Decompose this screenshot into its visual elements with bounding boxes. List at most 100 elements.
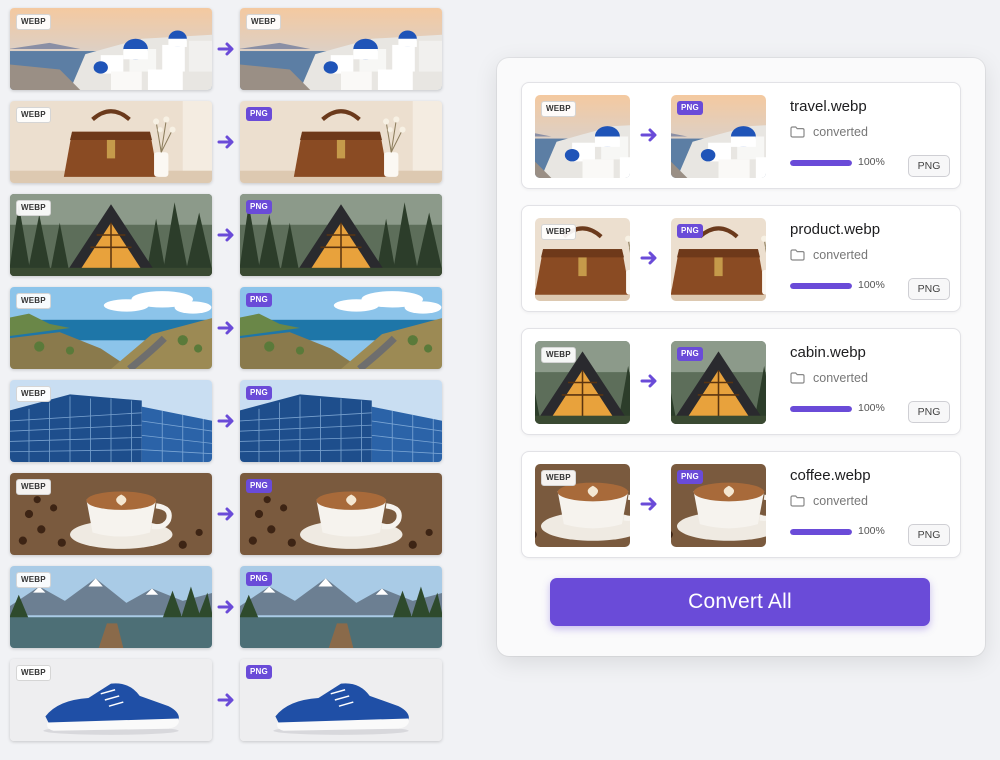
preview-row: WEBP PNG bbox=[10, 287, 442, 369]
converted-image-tile[interactable]: WEBP bbox=[240, 8, 442, 90]
file-card[interactable]: WEBP PNG cabin.webp converted 100% PNG bbox=[521, 328, 961, 435]
progress-percent: 100% bbox=[858, 525, 885, 537]
preview-row: WEBP PNG bbox=[10, 473, 442, 555]
preview-row: WEBP PNG bbox=[10, 101, 442, 183]
file-card[interactable]: WEBP PNG coffee.webp converted 100% PNG bbox=[521, 451, 961, 558]
source-thumbnail: WEBP bbox=[535, 95, 630, 178]
arrow-right-icon bbox=[217, 42, 234, 56]
output-format-button[interactable]: PNG bbox=[908, 401, 950, 423]
format-badge: WEBP bbox=[541, 101, 576, 117]
folder-icon bbox=[790, 249, 805, 261]
source-image-tile[interactable]: WEBP bbox=[10, 473, 212, 555]
preview-row: WEBP PNG bbox=[10, 380, 442, 462]
converted-image-tile[interactable]: PNG bbox=[240, 101, 442, 183]
source-image-tile[interactable]: WEBP bbox=[10, 8, 212, 90]
status-label: converted bbox=[790, 248, 868, 262]
format-badge: WEBP bbox=[16, 107, 51, 123]
format-badge: PNG bbox=[246, 479, 272, 493]
arrow-right-icon bbox=[217, 414, 234, 428]
progress-percent: 100% bbox=[858, 156, 885, 168]
converter-panel: WEBP PNG travel.webp converted 100% PNG … bbox=[497, 58, 985, 656]
file-name: coffee.webp bbox=[790, 467, 871, 484]
preview-row: WEBP PNG bbox=[10, 194, 442, 276]
source-image-tile[interactable]: WEBP bbox=[10, 659, 212, 741]
converted-image-tile[interactable]: PNG bbox=[240, 287, 442, 369]
progress-fill bbox=[790, 160, 852, 166]
source-image-tile[interactable]: WEBP bbox=[10, 101, 212, 183]
format-badge: WEBP bbox=[541, 347, 576, 363]
status-text: converted bbox=[813, 125, 868, 139]
progress-bar bbox=[790, 160, 852, 166]
arrow-right-icon bbox=[217, 228, 234, 242]
progress-fill bbox=[790, 283, 852, 289]
arrow-right-icon bbox=[640, 374, 657, 388]
format-badge: WEBP bbox=[16, 200, 51, 216]
converted-thumbnail: PNG bbox=[671, 218, 766, 301]
progress-percent: 100% bbox=[858, 402, 885, 414]
output-format-button[interactable]: PNG bbox=[908, 155, 950, 177]
converted-image-tile[interactable]: PNG bbox=[240, 380, 442, 462]
format-badge: PNG bbox=[246, 107, 272, 121]
format-badge: WEBP bbox=[16, 479, 51, 495]
file-card[interactable]: WEBP PNG travel.webp converted 100% PNG bbox=[521, 82, 961, 189]
format-badge: WEBP bbox=[16, 572, 51, 588]
progress-bar bbox=[790, 283, 852, 289]
source-image-tile[interactable]: WEBP bbox=[10, 287, 212, 369]
convert-all-button[interactable]: Convert All bbox=[550, 578, 930, 626]
arrow-right-icon bbox=[640, 497, 657, 511]
preview-row: WEBP PNG bbox=[10, 566, 442, 648]
format-badge: WEBP bbox=[16, 386, 51, 402]
output-format-button[interactable]: PNG bbox=[908, 278, 950, 300]
status-text: converted bbox=[813, 371, 868, 385]
status-label: converted bbox=[790, 494, 868, 508]
arrow-right-icon bbox=[217, 600, 234, 614]
converted-thumbnail: PNG bbox=[671, 464, 766, 547]
progress-bar bbox=[790, 529, 852, 535]
folder-icon bbox=[790, 495, 805, 507]
converted-thumbnail: PNG bbox=[671, 341, 766, 424]
format-badge: WEBP bbox=[16, 293, 51, 309]
arrow-right-icon bbox=[640, 251, 657, 265]
converted-image-tile[interactable]: PNG bbox=[240, 194, 442, 276]
format-badge: PNG bbox=[246, 386, 272, 400]
progress-fill bbox=[790, 529, 852, 535]
converted-image-tile[interactable]: PNG bbox=[240, 566, 442, 648]
source-image-tile[interactable]: WEBP bbox=[10, 380, 212, 462]
preview-row: WEBP WEBP bbox=[10, 8, 442, 90]
arrow-right-icon bbox=[217, 321, 234, 335]
source-thumbnail: WEBP bbox=[535, 218, 630, 301]
file-name: product.webp bbox=[790, 221, 881, 238]
folder-icon bbox=[790, 372, 805, 384]
format-badge: PNG bbox=[677, 101, 703, 115]
format-badge: PNG bbox=[677, 224, 703, 238]
source-thumbnail: WEBP bbox=[535, 341, 630, 424]
format-badge: PNG bbox=[677, 470, 703, 484]
progress-fill bbox=[790, 406, 852, 412]
arrow-right-icon bbox=[217, 507, 234, 521]
format-badge: PNG bbox=[677, 347, 703, 361]
status-label: converted bbox=[790, 371, 868, 385]
conversion-preview-grid: WEBP WEBP WEBP PNG WEBP PNG WEBP PNG WEB… bbox=[10, 8, 442, 752]
arrow-right-icon bbox=[217, 693, 234, 707]
progress-bar bbox=[790, 406, 852, 412]
converted-image-tile[interactable]: PNG bbox=[240, 473, 442, 555]
arrow-right-icon bbox=[217, 135, 234, 149]
format-badge: PNG bbox=[246, 293, 272, 307]
preview-row: WEBP PNG bbox=[10, 659, 442, 741]
format-badge: WEBP bbox=[246, 14, 281, 30]
format-badge: WEBP bbox=[541, 224, 576, 240]
arrow-right-icon bbox=[640, 128, 657, 142]
source-image-tile[interactable]: WEBP bbox=[10, 566, 212, 648]
status-text: converted bbox=[813, 494, 868, 508]
format-badge: PNG bbox=[246, 665, 272, 679]
status-label: converted bbox=[790, 125, 868, 139]
format-badge: WEBP bbox=[16, 665, 51, 681]
format-badge: WEBP bbox=[16, 14, 51, 30]
folder-icon bbox=[790, 126, 805, 138]
source-image-tile[interactable]: WEBP bbox=[10, 194, 212, 276]
output-format-button[interactable]: PNG bbox=[908, 524, 950, 546]
source-thumbnail: WEBP bbox=[535, 464, 630, 547]
format-badge: PNG bbox=[246, 572, 272, 586]
file-card[interactable]: WEBP PNG product.webp converted 100% PNG bbox=[521, 205, 961, 312]
converted-image-tile[interactable]: PNG bbox=[240, 659, 442, 741]
